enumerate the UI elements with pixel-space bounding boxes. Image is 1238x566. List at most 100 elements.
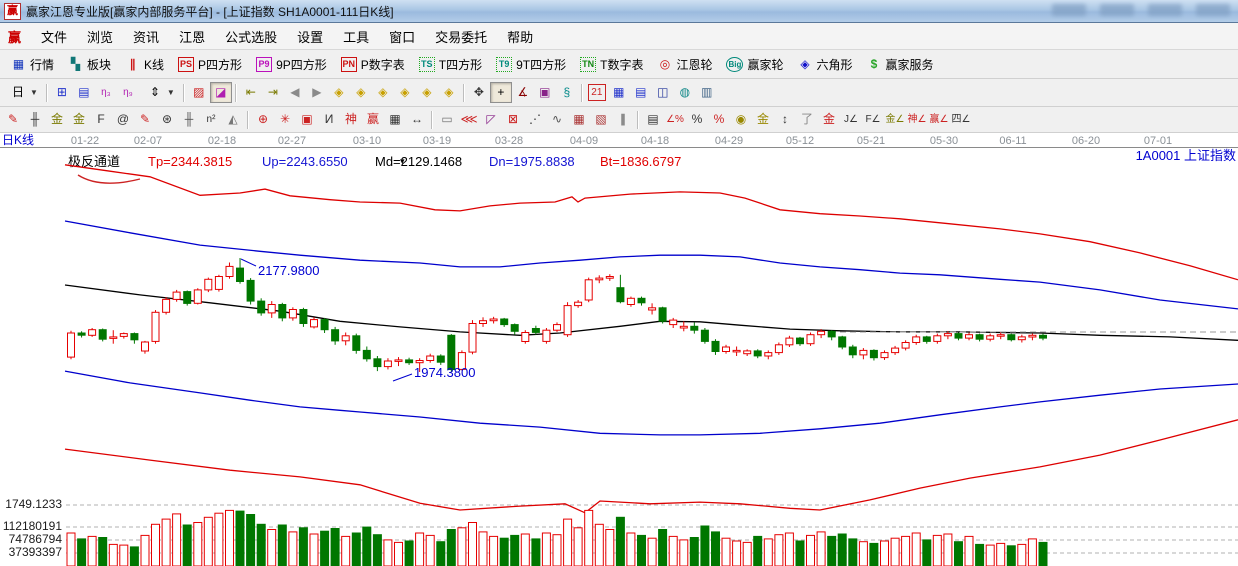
grid-dots-icon[interactable]: ▦ — [568, 109, 590, 130]
sectors-button[interactable]: ▚ 板块 — [61, 54, 118, 75]
p9-square-button[interactable]: P9 9P四方形 — [249, 54, 334, 75]
fan-box-icon[interactable]: ◸ — [480, 109, 502, 130]
menu-item-0[interactable]: 文件 — [31, 25, 77, 48]
grid-arrow-icon[interactable]: ▧ — [590, 109, 612, 130]
gold-split-icon[interactable]: 金 — [46, 109, 68, 130]
width-measure-icon[interactable]: ↔ — [406, 109, 428, 130]
next-bar-icon[interactable]: ▶ — [306, 82, 328, 103]
export-web-icon[interactable]: ◍ — [674, 82, 696, 103]
winner-wheel-button[interactable]: Big 赢家轮 — [719, 54, 790, 75]
gold-circle-icon[interactable]: ◉ — [730, 109, 752, 130]
shen-grid-icon[interactable]: 神 — [340, 109, 362, 130]
pan-hand-icon[interactable]: ✥ — [468, 82, 490, 103]
t9-square-button[interactable]: T9 9T四方形 — [489, 54, 573, 75]
menu-item-1[interactable]: 浏览 — [77, 25, 123, 48]
shift-left-icon[interactable]: ◈ — [328, 82, 350, 103]
crosshair-icon[interactable]: + — [489, 82, 512, 103]
brush-icon[interactable]: ✎ — [2, 109, 24, 130]
t-square-button[interactable]: TS T四方形 — [412, 54, 489, 75]
notes-icon[interactable]: ▤ — [630, 82, 652, 103]
candle-style-selector[interactable]: ⇕ ▼ — [139, 80, 180, 105]
stats-panel-icon[interactable]: ▤ — [642, 109, 664, 130]
price-flag-icon[interactable]: ↕ — [774, 109, 796, 130]
wave-mark-icon[interactable]: И — [318, 109, 340, 130]
j-angle-icon[interactable]: J∠ — [840, 109, 862, 130]
shen-angle-icon[interactable]: 神∠ — [906, 109, 928, 130]
menu-item-4[interactable]: 公式选股 — [215, 25, 287, 48]
ying-angle-icon[interactable]: 赢∠ — [928, 109, 950, 130]
color-chart-icon[interactable]: ◪ — [209, 82, 232, 103]
expand-icon[interactable]: ◈ — [416, 82, 438, 103]
mini-chart3-icon[interactable]: η₃ — [95, 82, 117, 103]
last-page-icon[interactable]: ⇥ — [262, 82, 284, 103]
kline-button[interactable]: ∥ K线 — [118, 54, 171, 75]
p-number-button[interactable]: PN P数字表 — [334, 54, 412, 75]
menu-item-8[interactable]: 交易委托 — [425, 25, 497, 48]
gold-split2-icon[interactable]: 金 — [68, 109, 90, 130]
menu-item-2[interactable]: 资讯 — [123, 25, 169, 48]
ying-grid-icon[interactable]: 赢 — [362, 109, 384, 130]
rect-tool-icon[interactable]: ▭ — [436, 109, 458, 130]
kline-chart[interactable]: 01-22 02-07 02-18 02-27 03-10 03-19 03-28 04-09… — [0, 133, 1238, 566]
parallel-lines-icon[interactable]: ∥ — [612, 109, 634, 130]
gold-level-icon[interactable]: 金 — [752, 109, 774, 130]
circle-cycle-icon[interactable]: ⊛ — [156, 109, 178, 130]
angle-measure-icon[interactable]: ∡ — [512, 82, 534, 103]
gann-box-icon[interactable]: ▣ — [534, 82, 556, 103]
first-page-icon[interactable]: ⇤ — [240, 82, 262, 103]
percent-icon[interactable]: % — [686, 109, 708, 130]
grid-123-icon[interactable]: ▦ — [384, 109, 406, 130]
wave-tool-icon[interactable]: § — [556, 82, 578, 103]
menu-item-5[interactable]: 设置 — [287, 25, 333, 48]
trend-lines-icon[interactable]: ⋰ — [524, 109, 546, 130]
zigzag-icon[interactable]: ∿ — [546, 109, 568, 130]
prev-bar-icon[interactable]: ◀ — [284, 82, 306, 103]
gold-red-icon[interactable]: 金 — [818, 109, 840, 130]
winner-service-button[interactable]: $ 赢家服务 — [860, 54, 941, 75]
gann-wheel-button[interactable]: ◎ 江恩轮 — [650, 54, 719, 75]
region-select-icon[interactable]: ▨ — [188, 82, 210, 103]
fibo-grid-icon[interactable]: F — [90, 109, 112, 130]
si-angle-icon[interactable]: 四∠ — [950, 109, 972, 130]
save-icon[interactable]: ◫ — [652, 82, 674, 103]
angle-fan-icon[interactable]: ◭ — [222, 109, 244, 130]
brush2-icon[interactable]: ✎ — [134, 109, 156, 130]
t-number-button[interactable]: TN T数字表 — [573, 54, 650, 75]
gann-grid-icon[interactable]: ╫ — [24, 109, 46, 130]
shift-right-icon[interactable]: ◈ — [350, 82, 372, 103]
box-x-icon[interactable]: ⊠ — [502, 109, 524, 130]
square-n2-icon[interactable]: n² — [200, 109, 222, 130]
percent-range-icon[interactable]: ∠% — [664, 109, 686, 130]
compress-icon[interactable]: ◈ — [394, 82, 416, 103]
mini-chart9-icon[interactable]: η₉ — [117, 82, 139, 103]
indicator-value-Md: Md=2129.1468 — [375, 154, 462, 169]
calendar-21-icon[interactable]: 21 — [587, 84, 606, 101]
computer-icon[interactable]: ▥ — [696, 82, 718, 103]
zoom-h-icon[interactable]: ◈ — [372, 82, 394, 103]
period-day-selector[interactable]: 日 ▼ — [2, 80, 43, 105]
percent-line-icon[interactable]: % — [708, 109, 730, 130]
p-square-button[interactable]: PS P四方形 — [171, 54, 249, 75]
menu-item-7[interactable]: 窗口 — [379, 25, 425, 48]
cycle-line-icon[interactable]: ╫ — [178, 109, 200, 130]
chart-background — [0, 133, 1238, 566]
gann-target-icon[interactable]: ⊕ — [252, 109, 274, 130]
hexagon-button[interactable]: ◈ 六角形 — [791, 54, 860, 75]
hook-tool-icon[interactable]: 了 — [796, 109, 818, 130]
window-layout-icon[interactable]: ⊞ — [51, 82, 73, 103]
gold-angle-icon[interactable]: 金∠ — [884, 109, 906, 130]
info-panel-icon[interactable]: ▤ — [73, 82, 95, 103]
f-angle-icon[interactable]: F∠ — [862, 109, 884, 130]
spiral-icon[interactable]: @ — [112, 109, 134, 130]
volume-bar-43 — [520, 533, 530, 566]
quotes-button[interactable]: ▦ 行情 — [4, 54, 61, 75]
fit-all-icon[interactable]: ◈ — [438, 82, 460, 103]
star-cycle-icon[interactable]: ✳ — [274, 109, 296, 130]
calculator-icon[interactable]: ▦ — [608, 82, 630, 103]
menu-item-9[interactable]: 帮助 — [497, 25, 543, 48]
t-number-button-label: T数字表 — [600, 57, 644, 72]
box-target-icon[interactable]: ▣ — [296, 109, 318, 130]
fan-lines-icon[interactable]: ⋘ — [458, 109, 480, 130]
menu-item-6[interactable]: 工具 — [333, 25, 379, 48]
menu-item-3[interactable]: 江恩 — [169, 25, 215, 48]
